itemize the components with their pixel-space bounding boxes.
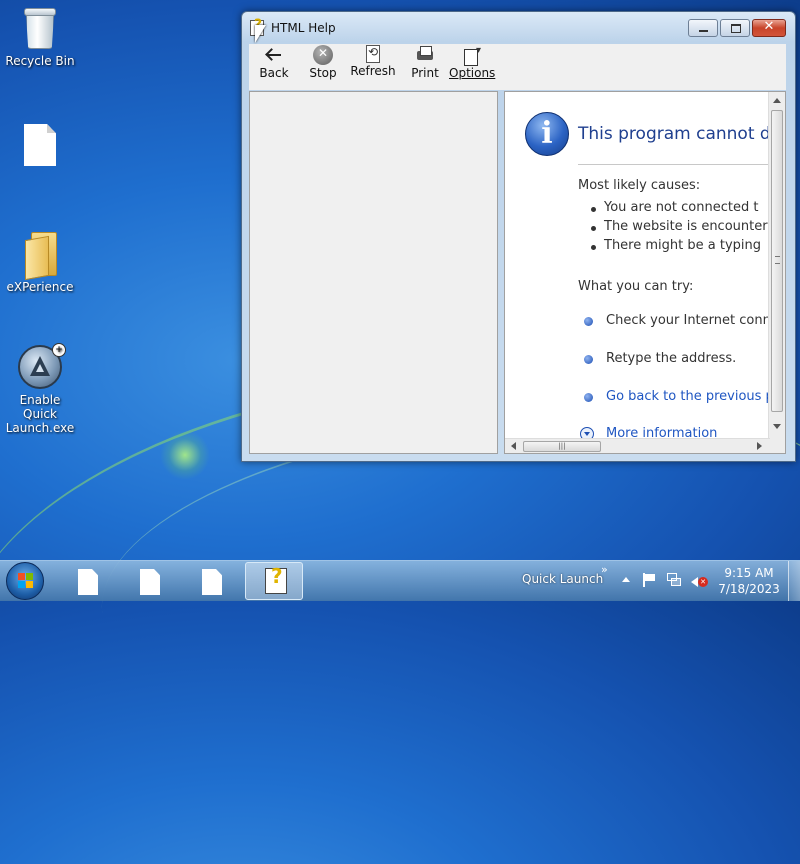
desktop-icon-recycle-bin[interactable]: Recycle Bin	[0, 6, 80, 68]
bullet-icon	[584, 355, 593, 364]
topic-pane[interactable]: i This program cannot dis Most likely ca…	[504, 91, 786, 454]
start-button[interactable]	[6, 562, 44, 600]
options-button[interactable]: Options	[449, 44, 496, 90]
back-label: Back	[259, 66, 289, 80]
clock-date: 7/18/2023	[718, 582, 780, 596]
bullet-icon	[584, 393, 593, 402]
show-hidden-icons-icon[interactable]	[622, 577, 630, 582]
go-back-link[interactable]: Go back to the previous pa	[606, 389, 770, 404]
stop-label: Stop	[309, 66, 337, 80]
cause-item: There might be a typing	[591, 238, 761, 253]
desktop-icon-document[interactable]	[0, 124, 80, 170]
html-help-window: HTML Help ✕ Back Stop Refresh Print Opti…	[241, 11, 796, 462]
recycle-bin-icon	[23, 6, 57, 50]
causes-heading: Most likely causes:	[578, 178, 701, 193]
options-icon	[461, 45, 481, 66]
scroll-left-arrow-icon[interactable]	[511, 442, 516, 450]
vertical-scrollbar[interactable]	[768, 92, 785, 438]
clock-time: 9:15 AM	[724, 566, 774, 580]
refresh-label: Refresh	[350, 64, 396, 78]
scroll-down-arrow-icon[interactable]	[773, 424, 781, 429]
error-page-content: i This program cannot dis Most likely ca…	[505, 92, 770, 438]
document-icon	[140, 569, 160, 595]
try-item-retype-address: Retype the address.	[606, 351, 737, 366]
taskbar-item-html-help[interactable]	[245, 562, 303, 600]
more-information-link[interactable]: More information	[606, 426, 717, 438]
desktop-icon-label: Enable Quick Launch.exe	[5, 393, 75, 435]
cause-item: The website is encounter	[591, 219, 768, 234]
cause-item: You are not connected t	[590, 200, 759, 215]
folder-icon	[23, 232, 57, 281]
taskbar: Quick Launch » 9:15 AM 7/18/2023	[0, 560, 800, 601]
close-icon: ✕	[763, 19, 775, 34]
navigation-pane[interactable]	[249, 91, 498, 454]
vertical-scroll-thumb[interactable]	[771, 110, 783, 412]
title-divider	[578, 164, 770, 165]
scroll-right-arrow-icon[interactable]	[757, 442, 762, 450]
refresh-button[interactable]: Refresh	[349, 44, 397, 90]
windows-logo-icon	[18, 573, 34, 589]
scroll-up-arrow-icon[interactable]	[773, 98, 781, 103]
try-item-check-connection: Check your Internet conne	[606, 313, 770, 328]
document-icon	[78, 569, 98, 595]
document-icon	[24, 124, 56, 166]
options-label: Options	[449, 66, 496, 80]
desktop-icon-label: eXPerience	[6, 280, 74, 294]
desktop-icon-enable-quick-launch[interactable]: + Enable Quick Launch.exe	[0, 343, 80, 435]
system-clock[interactable]: 9:15 AM 7/18/2023	[718, 565, 780, 597]
error-title: This program cannot dis	[578, 124, 770, 144]
help-toolbar: Back Stop Refresh Print Options	[249, 44, 786, 90]
volume-muted-icon[interactable]	[691, 573, 708, 589]
window-title: HTML Help	[271, 21, 336, 35]
bullet-icon	[584, 317, 593, 326]
expand-chevron-icon[interactable]	[580, 427, 594, 438]
window-titlebar[interactable]: HTML Help ✕	[242, 12, 795, 44]
wallpaper-glow	[160, 430, 210, 480]
minimize-button[interactable]	[688, 19, 718, 37]
back-arrow-icon	[264, 45, 284, 65]
stop-icon	[313, 45, 333, 65]
taskbar-item-document[interactable]	[182, 562, 240, 600]
refresh-icon	[366, 45, 380, 63]
horizontal-scrollbar[interactable]: |||	[505, 438, 770, 453]
close-button[interactable]: ✕	[752, 19, 786, 37]
printer-icon	[415, 45, 435, 65]
action-center-flag-icon[interactable]	[643, 573, 655, 587]
print-label: Print	[411, 66, 439, 80]
horizontal-scroll-thumb[interactable]: |||	[523, 441, 601, 452]
quick-launch-label[interactable]: Quick Launch	[522, 572, 603, 586]
aquasoft-app-icon: +	[18, 343, 66, 389]
stop-button[interactable]: Stop	[303, 44, 343, 90]
print-button[interactable]: Print	[405, 44, 445, 90]
help-app-icon	[265, 564, 287, 594]
try-heading: What you can try:	[578, 279, 694, 294]
document-icon	[202, 569, 222, 595]
show-desktop-button[interactable]	[788, 561, 800, 601]
quick-launch-chevron-icon[interactable]: »	[601, 563, 608, 576]
desktop-icon-label: Recycle Bin	[5, 54, 75, 68]
network-icon[interactable]	[667, 573, 681, 587]
taskbar-item-document[interactable]	[120, 562, 178, 600]
info-icon: i	[525, 112, 569, 156]
maximize-button[interactable]	[720, 19, 750, 37]
desktop-icon-experience-folder[interactable]: eXPerience	[0, 232, 80, 294]
back-button[interactable]: Back	[254, 44, 294, 90]
mouse-cursor-icon	[255, 25, 266, 43]
taskbar-item-document[interactable]	[58, 562, 116, 600]
scrollbar-corner	[770, 438, 785, 453]
